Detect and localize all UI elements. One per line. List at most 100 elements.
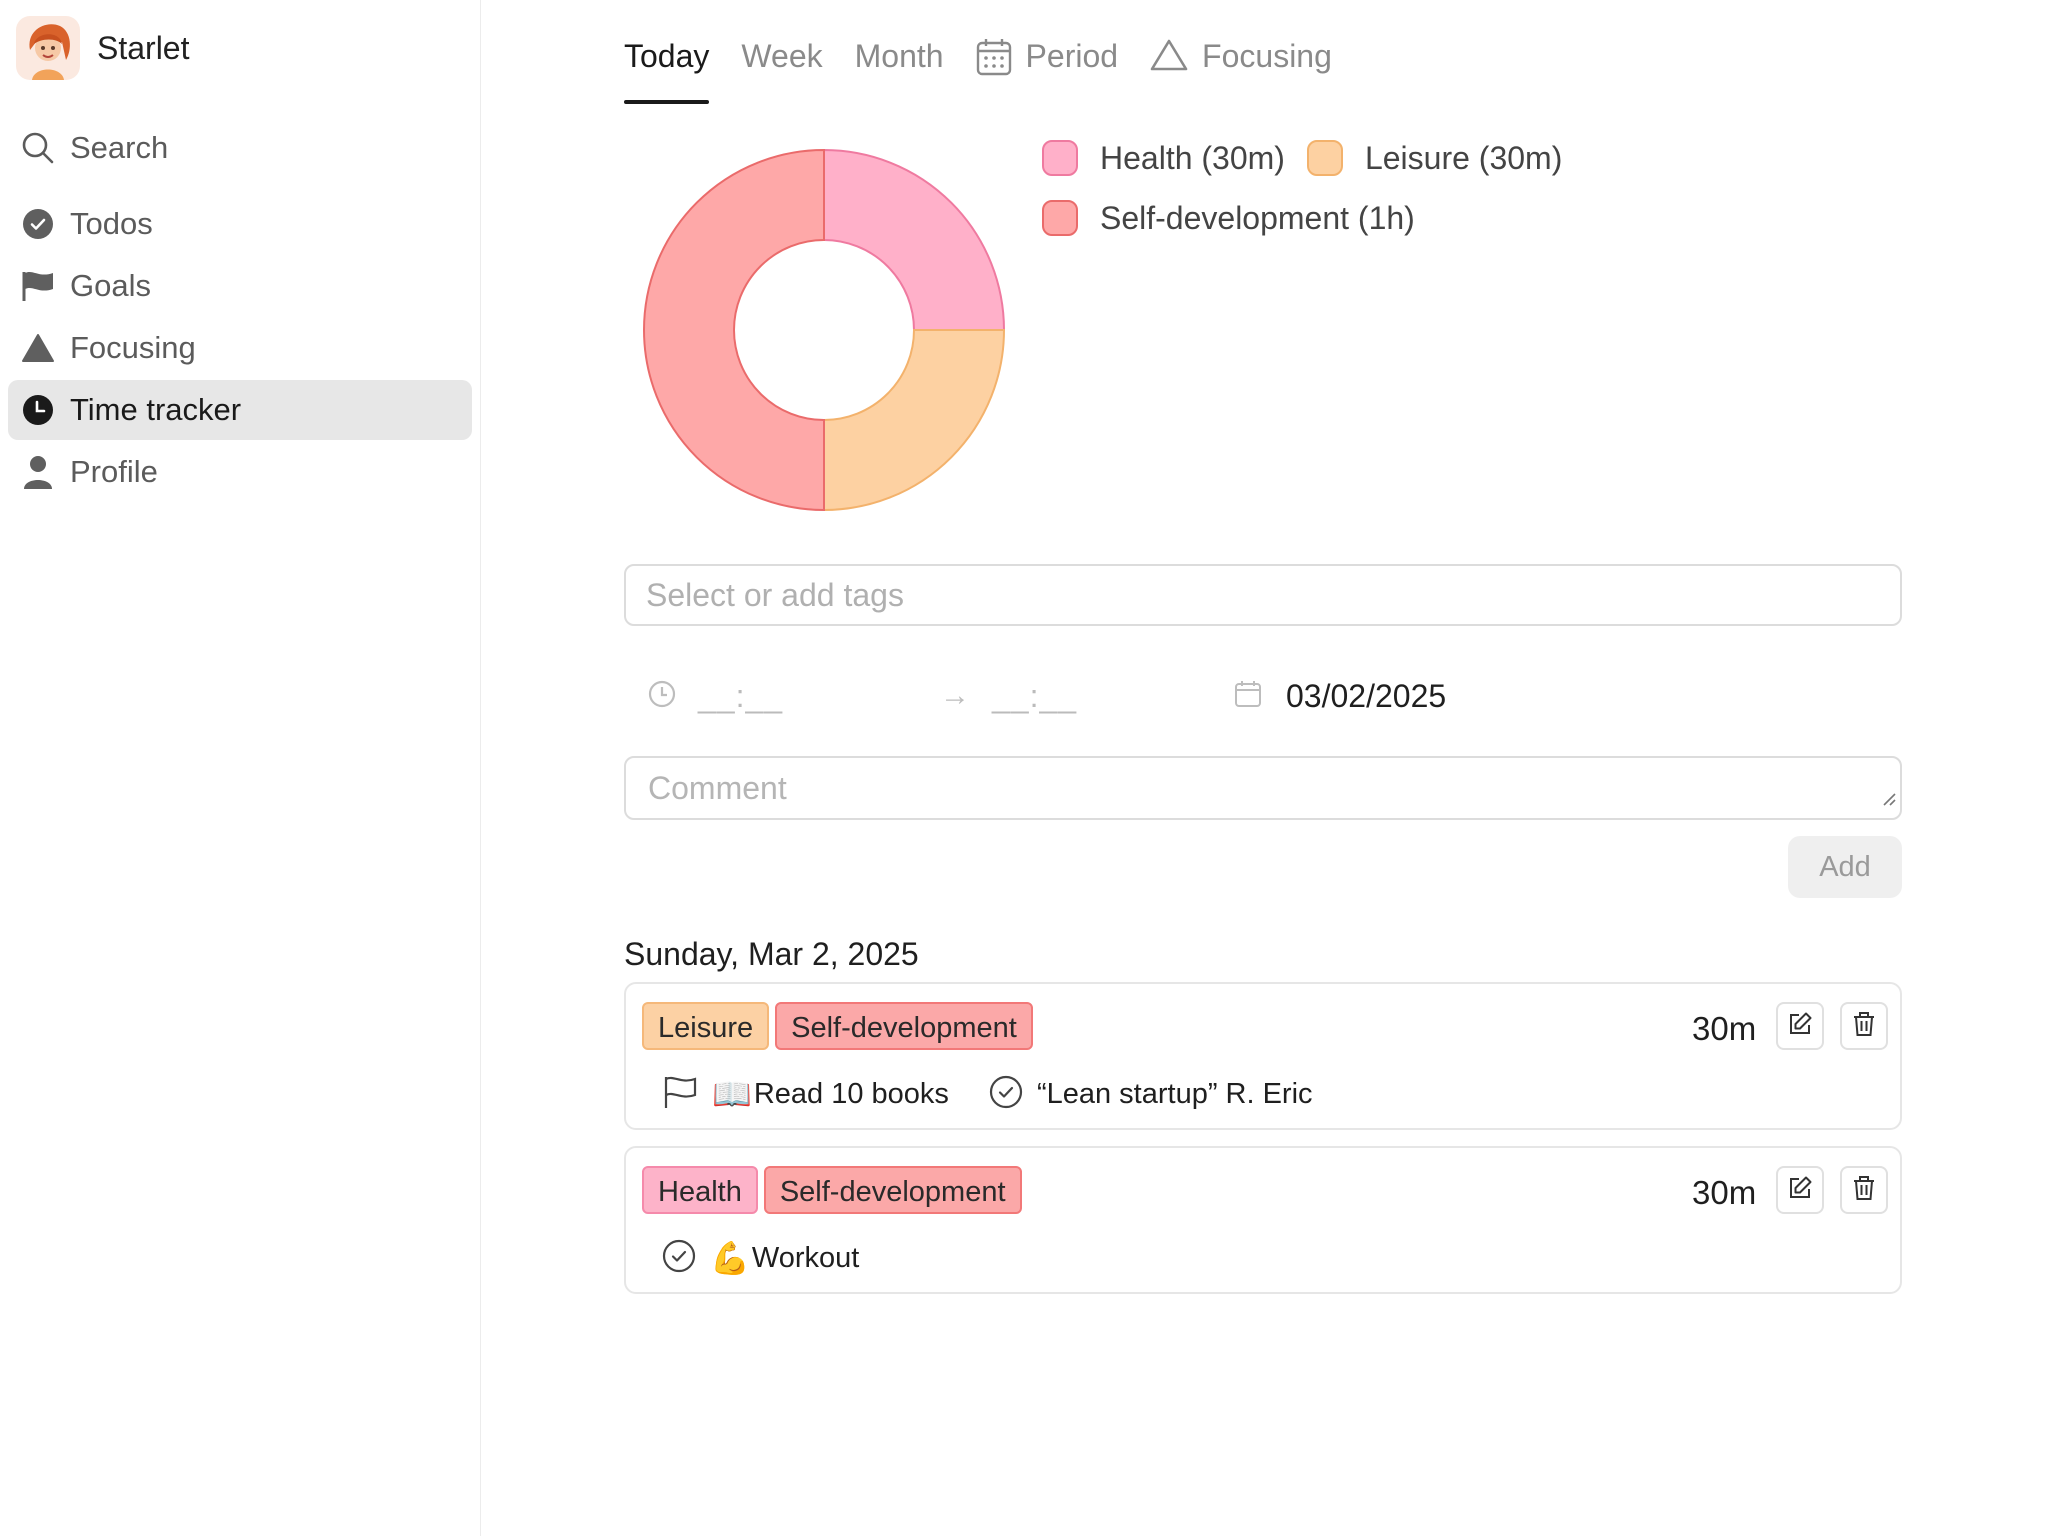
end-time-field[interactable]: → __:__ bbox=[940, 668, 1077, 724]
trash-icon bbox=[1852, 1175, 1876, 1206]
legend-label: Self-development (1h) bbox=[1100, 199, 1415, 236]
comment-textarea[interactable]: Comment bbox=[624, 756, 1902, 820]
sidebar-item-goals[interactable]: Goals bbox=[8, 256, 472, 316]
sidebar-nav: Search Todos Goals Focusing Time tracker bbox=[8, 118, 472, 504]
tags-select-input[interactable]: Select or add tags bbox=[624, 564, 1902, 626]
sidebar-item-label: Search bbox=[70, 130, 169, 165]
sidebar-item-label: Goals bbox=[70, 268, 151, 303]
tab-month[interactable]: Month bbox=[855, 32, 944, 104]
person-icon bbox=[20, 454, 56, 490]
donut-slice-health bbox=[823, 148, 1006, 331]
clock-outline-icon bbox=[648, 680, 676, 713]
tag-leisure: Leisure bbox=[642, 1002, 770, 1050]
tag-self-development: Self-development bbox=[763, 1166, 1022, 1214]
legend-item-leisure: Leisure (30m) bbox=[1306, 139, 1563, 177]
avatar bbox=[16, 16, 80, 80]
tab-label: Month bbox=[854, 38, 944, 74]
todo-link[interactable]: 💪 Workout bbox=[662, 1239, 859, 1278]
entry-duration: 30m bbox=[1692, 1010, 1757, 1047]
day-header: Sunday, Mar 2, 2025 bbox=[624, 936, 919, 972]
time-entry: Health Self-development 30m 💪 Workout bbox=[624, 1146, 1902, 1294]
brand[interactable]: Starlet bbox=[16, 16, 189, 80]
delete-button[interactable] bbox=[1840, 1002, 1888, 1050]
donut-slice-leisure bbox=[823, 329, 1006, 512]
tab-label: Week bbox=[741, 38, 823, 74]
tab-period[interactable]: Period bbox=[976, 32, 1119, 104]
sidebar: Starlet Search Todos Goals Focusing Time… bbox=[0, 0, 481, 1536]
legend-row: Self-development (1h) bbox=[1042, 188, 1662, 248]
period-tabs: Today Week Month Period Focusing bbox=[624, 32, 1364, 104]
trash-icon bbox=[1852, 1011, 1876, 1042]
todo-link[interactable]: “Lean startup” R. Eric bbox=[989, 1075, 1313, 1114]
tab-label: Today bbox=[624, 38, 710, 74]
sidebar-item-label: Todos bbox=[70, 206, 153, 241]
entry-duration: 30m bbox=[1692, 1174, 1757, 1211]
sidebar-item-todos[interactable]: Todos bbox=[8, 194, 472, 254]
tag-health: Health bbox=[642, 1166, 758, 1214]
sidebar-item-time-tracker[interactable]: Time tracker bbox=[8, 380, 472, 440]
legend-row: Health (30m) Leisure (30m) bbox=[1042, 128, 1662, 188]
tags-placeholder: Select or add tags bbox=[646, 576, 904, 613]
sidebar-item-focusing[interactable]: Focusing bbox=[8, 318, 472, 378]
flag-icon bbox=[20, 268, 56, 304]
resize-handle-icon[interactable] bbox=[1882, 777, 1896, 814]
legend-swatch bbox=[1042, 200, 1078, 236]
add-button[interactable]: Add bbox=[1788, 836, 1902, 898]
date-value: 03/02/2025 bbox=[1286, 677, 1447, 714]
check-circle-icon bbox=[20, 206, 56, 242]
time-entry: Leisure Self-development 30m 📖 Read 10 b… bbox=[624, 982, 1902, 1130]
edit-icon bbox=[1787, 1175, 1813, 1206]
todo-link-text: Workout bbox=[751, 1241, 860, 1274]
triangle-icon bbox=[20, 330, 56, 366]
tab-label: Period bbox=[1025, 38, 1119, 74]
arrow-right-icon: → bbox=[940, 679, 970, 712]
comment-placeholder: Comment bbox=[648, 769, 787, 806]
donut-slice-self-development bbox=[643, 148, 825, 512]
legend-swatch bbox=[1042, 140, 1078, 176]
legend-item-self-development: Self-development (1h) bbox=[1042, 200, 1415, 237]
entry-links: 💪 Workout bbox=[662, 1232, 899, 1284]
delete-button[interactable] bbox=[1840, 1166, 1888, 1214]
edit-icon bbox=[1787, 1011, 1813, 1042]
sidebar-item-search[interactable]: Search bbox=[8, 118, 472, 178]
legend-label: Health (30m) bbox=[1100, 139, 1285, 176]
calendar-outline-icon bbox=[1234, 680, 1262, 713]
flag-outline-icon bbox=[662, 1075, 698, 1114]
app-name: Starlet bbox=[97, 29, 190, 66]
search-icon bbox=[20, 130, 56, 166]
end-time-placeholder: __:__ bbox=[992, 677, 1078, 714]
chart-legend: Health (30m) Leisure (30m) Self-developm… bbox=[1042, 128, 1662, 248]
sidebar-item-label: Focusing bbox=[70, 330, 196, 365]
edit-button[interactable] bbox=[1776, 1002, 1824, 1050]
sidebar-item-label: Profile bbox=[70, 454, 158, 489]
sidebar-item-profile[interactable]: Profile bbox=[8, 442, 472, 502]
edit-button[interactable] bbox=[1776, 1166, 1824, 1214]
check-circle-outline-icon bbox=[662, 1239, 696, 1278]
entry-links: 📖 Read 10 books “Lean startup” R. Eric bbox=[662, 1068, 1353, 1120]
start-time-field[interactable]: __:__ bbox=[648, 668, 783, 724]
goal-link[interactable]: 📖 Read 10 books bbox=[662, 1075, 949, 1114]
start-time-placeholder: __:__ bbox=[698, 677, 784, 714]
check-circle-outline-icon bbox=[989, 1075, 1023, 1114]
calendar-icon bbox=[976, 38, 1012, 76]
time-distribution-donut-chart bbox=[643, 148, 1006, 512]
tab-today[interactable]: Today bbox=[624, 32, 710, 104]
entry-tags: Health Self-development bbox=[642, 1166, 1028, 1214]
clock-icon bbox=[20, 392, 56, 428]
tab-week[interactable]: Week bbox=[741, 32, 822, 104]
sidebar-item-label: Time tracker bbox=[70, 392, 242, 427]
goal-link-text: Read 10 books bbox=[753, 1077, 949, 1110]
todo-link-text: “Lean startup” R. Eric bbox=[1036, 1077, 1313, 1110]
legend-item-health: Health (30m) bbox=[1042, 140, 1285, 177]
date-field[interactable]: 03/02/2025 bbox=[1234, 668, 1446, 724]
tab-label: Focusing bbox=[1202, 38, 1332, 74]
entry-tags: Leisure Self-development bbox=[642, 1002, 1039, 1050]
book-emoji: 📖 bbox=[712, 1076, 752, 1112]
legend-label: Leisure (30m) bbox=[1364, 139, 1563, 176]
triangle-outline-icon bbox=[1150, 38, 1188, 72]
tag-self-development: Self-development bbox=[775, 1002, 1033, 1050]
tab-focusing[interactable]: Focusing bbox=[1150, 32, 1332, 104]
time-range-row: __:__ → __:__ 03/02/2025 bbox=[648, 668, 1848, 724]
flexed-biceps-emoji: 💪 bbox=[710, 1240, 750, 1276]
legend-swatch bbox=[1306, 140, 1343, 176]
